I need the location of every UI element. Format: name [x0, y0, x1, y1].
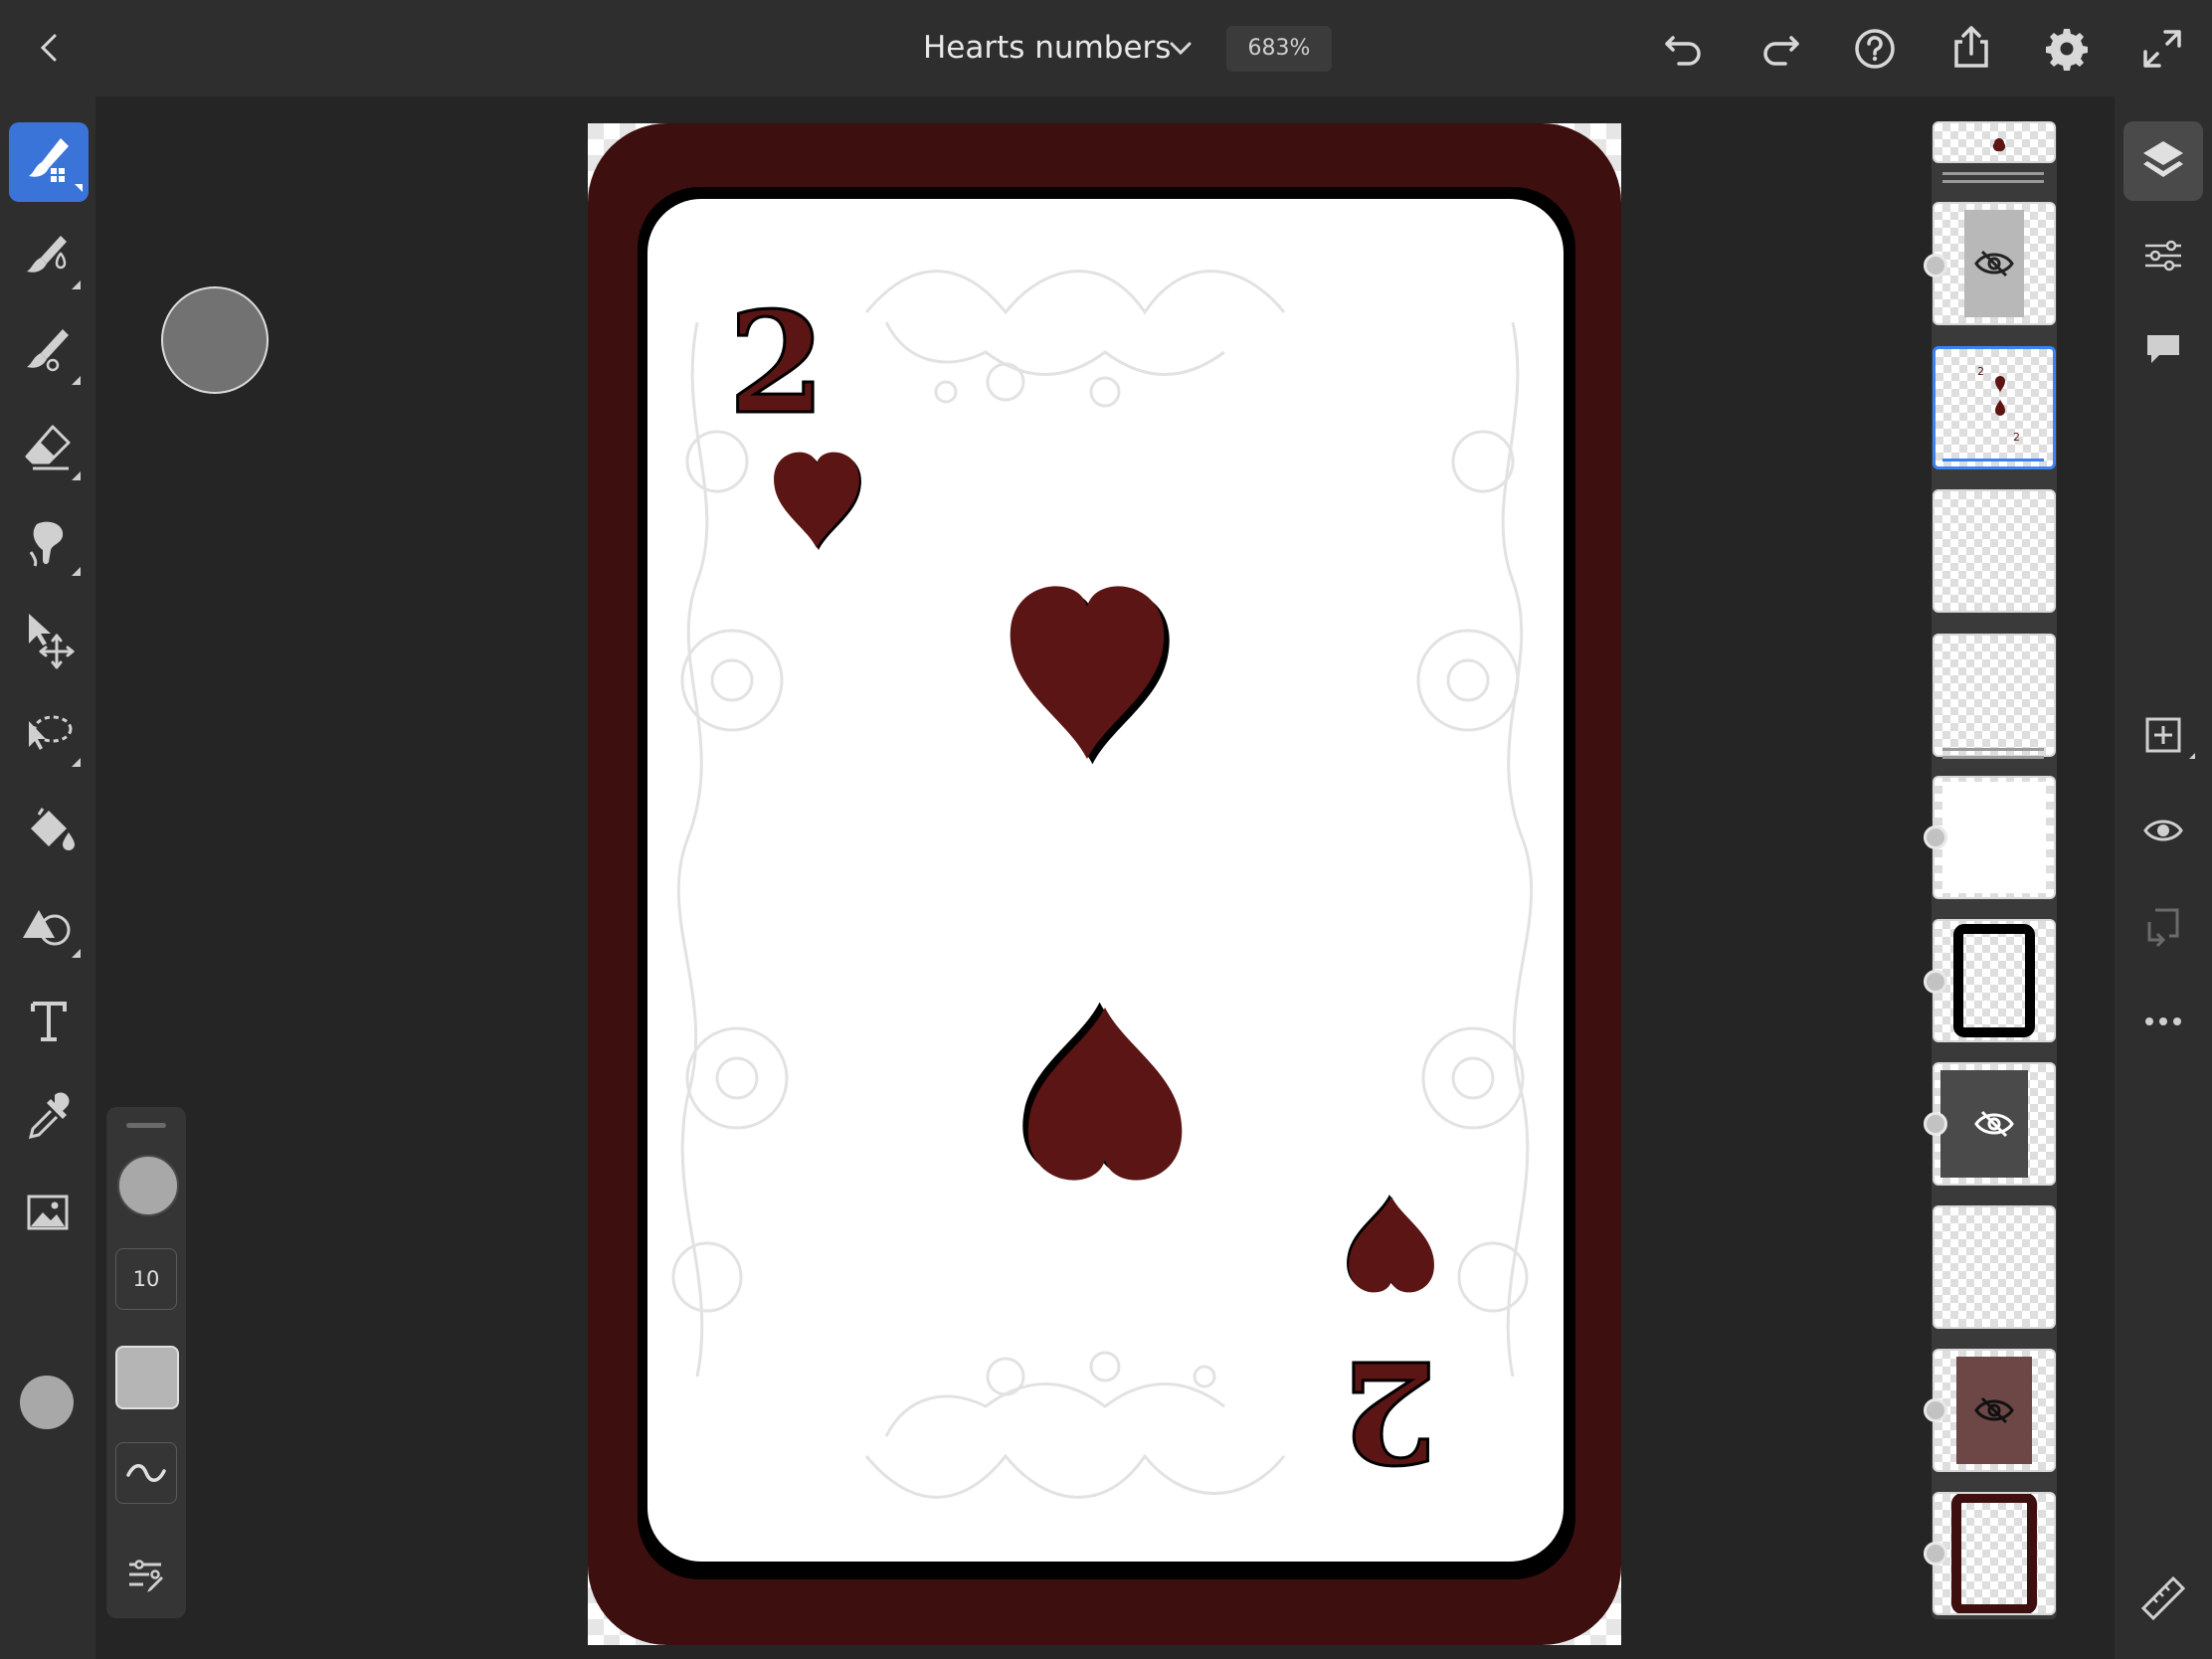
layer-hidden-brown[interactable] [1933, 1349, 2056, 1472]
panel-drag-handle[interactable] [126, 1123, 166, 1128]
layer-white-fill[interactable] [1933, 776, 2056, 899]
wave-icon [126, 1464, 166, 1482]
transform-tool[interactable] [9, 600, 89, 679]
shape-tool[interactable] [9, 886, 89, 966]
right-toolbar [2115, 96, 2212, 1659]
layer-floral-group[interactable] [1933, 634, 2056, 757]
layer-empty-1[interactable] [1933, 489, 2056, 613]
layer-divider [1942, 748, 2044, 751]
layer-divider-selected [1942, 466, 2044, 469]
layer-top-partial[interactable] [1933, 121, 2056, 163]
brush-size-field[interactable]: 10 [115, 1248, 177, 1310]
place-image-tool[interactable] [9, 1173, 89, 1252]
vector-brush-tool[interactable] [9, 313, 89, 393]
top-bar: Hearts numbers 683% [0, 0, 2212, 96]
image-icon [27, 1195, 69, 1230]
playing-card: 2 2 [588, 123, 1621, 1645]
layer-visibility-dot[interactable] [1924, 1112, 1947, 1136]
layer-visibility-dot[interactable] [1924, 970, 1947, 994]
brush-settings-icon [129, 1560, 163, 1592]
layer-visibility-dot[interactable] [1924, 1398, 1947, 1422]
layer-visibility-dot[interactable] [1924, 826, 1947, 849]
layer-empty-2[interactable] [1933, 1205, 2056, 1329]
pixel-brush-icon [29, 138, 83, 192]
card-rank-top: 2 [728, 282, 825, 446]
brush-opacity-swatch[interactable] [115, 1346, 179, 1409]
document-title[interactable]: Hearts numbers [923, 30, 1171, 66]
lasso-tool[interactable] [9, 695, 89, 775]
live-brush-tool[interactable] [9, 218, 89, 297]
layer-properties-button[interactable] [2123, 216, 2203, 295]
move-icon [29, 614, 75, 669]
layer-divider [1942, 172, 2044, 175]
more-icon [2145, 1017, 2181, 1025]
layer-hidden-dark[interactable] [1933, 1062, 2056, 1186]
merge-down-button[interactable] [2123, 886, 2203, 966]
layer-divider [1942, 180, 2044, 183]
eye-icon [2143, 820, 2183, 841]
smudge-tool[interactable] [9, 504, 89, 584]
text-icon [31, 1002, 67, 1041]
layer-red-frame[interactable] [1933, 1492, 2056, 1615]
eyedropper-tool[interactable] [9, 1077, 89, 1157]
ruler-button[interactable] [2123, 1559, 2203, 1638]
layers-button[interactable] [2123, 121, 2203, 201]
left-toolbar [0, 96, 95, 1659]
undo-icon[interactable] [1659, 24, 1709, 74]
layer-divider [1942, 756, 2044, 759]
brush-size-preview [161, 286, 269, 394]
share-icon[interactable] [1946, 22, 1996, 72]
artboard[interactable]: 2 2 [588, 123, 1621, 1645]
brush-settings-panel: 10 [106, 1107, 186, 1618]
merge-down-icon [2147, 908, 2179, 948]
add-layer-icon [2145, 717, 2195, 759]
eraser-tool[interactable] [9, 409, 89, 488]
svg-text:2: 2 [1977, 365, 1984, 378]
zoom-level[interactable]: 683% [1226, 26, 1332, 72]
card-rank-bottom: 2 [1341, 1329, 1437, 1492]
help-icon[interactable] [1850, 24, 1900, 74]
sliders-icon [2145, 240, 2181, 272]
comment-icon [2147, 335, 2179, 363]
brush-settings-button[interactable] [115, 1543, 175, 1602]
expand-icon[interactable] [2137, 24, 2187, 74]
paint-bucket-icon [31, 808, 75, 850]
comments-button[interactable] [2123, 311, 2203, 391]
visibility-button[interactable] [2123, 791, 2203, 870]
layer-black-frame[interactable] [1933, 919, 2056, 1042]
redo-icon[interactable] [1755, 24, 1805, 74]
chevron-left-icon[interactable] [30, 28, 70, 68]
layer-visibility-dot[interactable] [1924, 1542, 1947, 1566]
gear-icon[interactable] [2042, 24, 2092, 74]
text-tool[interactable] [9, 982, 89, 1061]
layer-visibility-dot[interactable] [1924, 254, 1947, 277]
more-button[interactable] [2123, 982, 2203, 1061]
color-swatch[interactable] [20, 1376, 74, 1429]
svg-text:2: 2 [2013, 431, 2020, 444]
layer-card-pips[interactable]: 22 [1933, 346, 2056, 469]
eyedropper-icon [28, 1092, 70, 1140]
brush-smoothing-button[interactable] [115, 1442, 177, 1504]
ruler-icon [2140, 1575, 2186, 1621]
layers-icon [2143, 141, 2183, 177]
layer-hidden-gray[interactable] [1933, 202, 2056, 325]
pixel-brush-tool[interactable] [9, 122, 89, 202]
brush-preview-circle[interactable] [117, 1155, 179, 1216]
chevron-down-icon[interactable] [1166, 34, 1196, 64]
layer-divider-selected [1942, 459, 2044, 461]
add-layer-button[interactable] [2123, 695, 2203, 775]
fill-tool[interactable] [9, 791, 89, 870]
